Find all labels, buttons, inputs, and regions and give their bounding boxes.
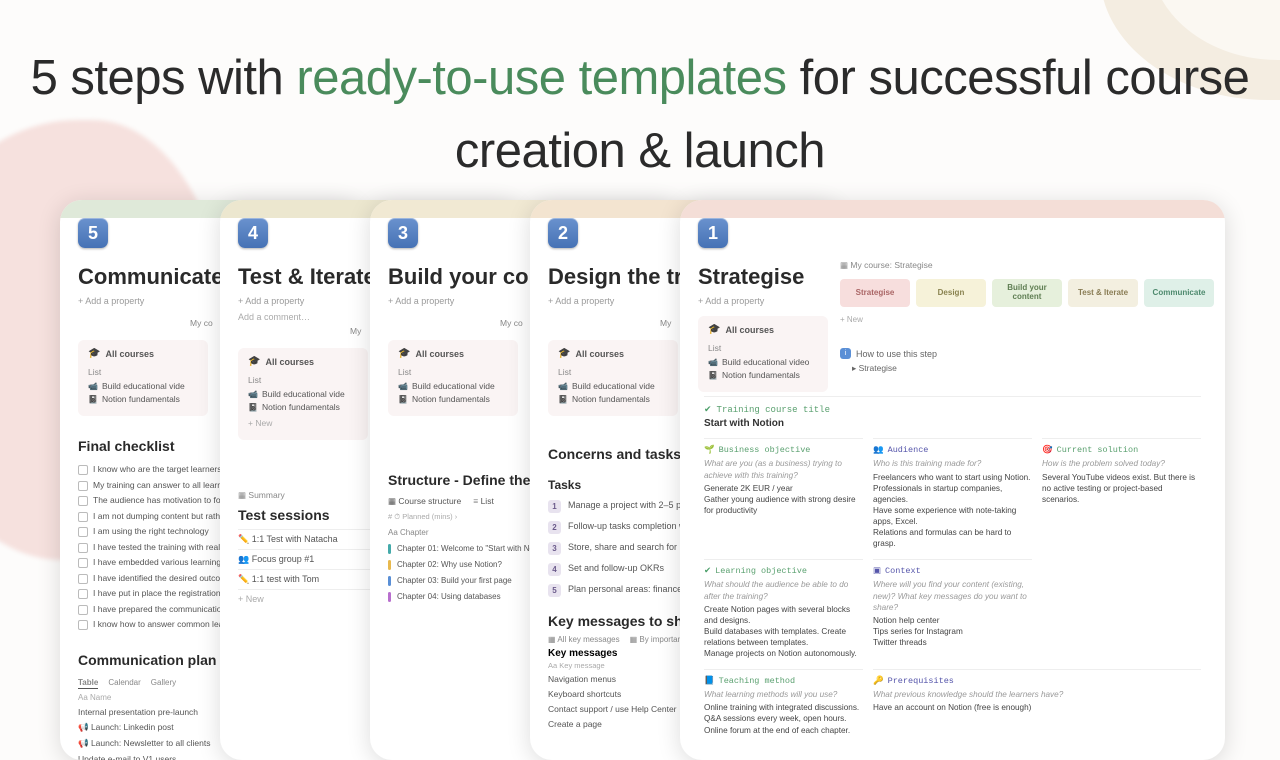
course-item[interactable]: 📓Notion fundamentals	[708, 370, 818, 380]
cards-stage: 5 Communicate Add a property My co 🎓All …	[50, 200, 1230, 720]
all-courses-panel: 🎓All courses List 📹Build educational vid…	[548, 340, 678, 416]
cell-teaching-method: 📘Teaching method What learning methods w…	[704, 669, 863, 736]
cell-audience: 👥Audience Who is this training made for?…	[873, 438, 1032, 549]
camera-icon: 📹	[248, 390, 258, 399]
pill-design[interactable]: Design	[916, 279, 986, 307]
graduation-icon: 🎓	[708, 324, 720, 335]
sprout-icon: 🌱	[704, 445, 715, 456]
book-icon: 📘	[704, 676, 715, 687]
camera-icon: 📹	[88, 382, 98, 391]
step-badge: 4	[238, 218, 268, 248]
training-title-block: ✔Training course title Start with Notion	[704, 396, 1201, 429]
doc-icon: 📓	[398, 395, 408, 404]
my-course-tab[interactable]: ▦ My course: Strategise Strategise Desig…	[840, 260, 1214, 324]
cell-current-solution: 🎯Current solution How is the problem sol…	[1042, 438, 1201, 549]
step-badge: 1	[698, 218, 728, 248]
pill-strategise[interactable]: Strategise	[840, 279, 910, 307]
pill-test[interactable]: Test & Iterate	[1068, 279, 1138, 307]
camera-icon: 📹	[708, 358, 718, 367]
all-courses-panel: 🎓All courses List 📹Build educational vid…	[698, 316, 828, 392]
cell-context: ▣Context Where will you find your conten…	[873, 559, 1032, 659]
cell-business-objective: 🌱Business objective What are you (as a b…	[704, 438, 863, 549]
box-icon: ▣	[873, 566, 881, 577]
camera-icon: 📹	[398, 382, 408, 391]
all-courses-panel: 🎓All courses List 📹Build educational vid…	[388, 340, 518, 416]
target-icon: 🎯	[1042, 445, 1053, 456]
all-courses-panel: 🎓All courses List 📹Build educational vid…	[238, 348, 368, 440]
card-step-1: 1 Strategise Add a property ▦ My course:…	[680, 200, 1225, 760]
check-icon: ✔	[704, 405, 712, 415]
strategy-grid: 🌱Business objective What are you (as a b…	[704, 438, 1201, 736]
check-icon: ✔	[704, 566, 711, 577]
doc-icon: 📓	[708, 371, 718, 380]
camera-icon: 📹	[558, 382, 568, 391]
how-to-block: iHow to use this step ▸ Strategise	[840, 348, 937, 374]
course-item[interactable]: 📹Build educational video	[708, 357, 818, 367]
step-badge: 5	[78, 218, 108, 248]
graduation-icon: 🎓	[248, 356, 260, 367]
graduation-icon: 🎓	[398, 348, 410, 359]
people-icon: 👥	[873, 445, 884, 456]
pill-build[interactable]: Build your content	[992, 279, 1062, 307]
key-icon: 🔑	[873, 676, 884, 687]
all-courses-panel: 🎓All courses List 📹Build educational vid…	[78, 340, 208, 416]
page-title: 5 steps with ready-to-use templates for …	[0, 42, 1280, 187]
training-title: Start with Notion	[704, 418, 1201, 429]
doc-icon: 📓	[248, 403, 258, 412]
graduation-icon: 🎓	[558, 348, 570, 359]
cell-learning-objective: ✔Learning objective What should the audi…	[704, 559, 863, 659]
info-icon: i	[840, 348, 851, 359]
graduation-icon: 🎓	[88, 348, 100, 359]
cell-prerequisites: 🔑Prerequisites What previous knowledge s…	[873, 669, 1201, 736]
step-badge: 2	[548, 218, 578, 248]
doc-icon: 📓	[558, 395, 568, 404]
stage-pills: Strategise Design Build your content Tes…	[840, 279, 1214, 307]
doc-icon: 📓	[88, 395, 98, 404]
step-badge: 3	[388, 218, 418, 248]
pill-communicate[interactable]: Communicate	[1144, 279, 1214, 307]
